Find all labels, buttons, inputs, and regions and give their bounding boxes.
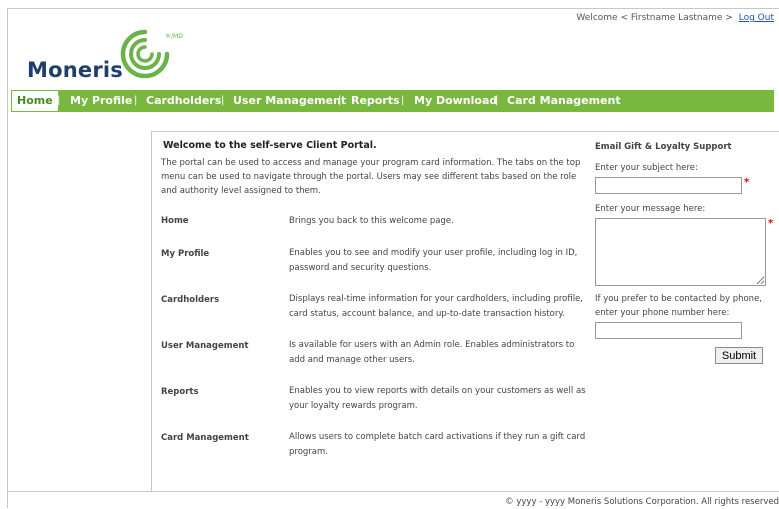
subject-required-marker: * [744,177,750,188]
logout-link[interactable]: Log Out [739,13,774,23]
nav-separator: | [134,95,138,106]
phone-label: If you prefer to be contacted by phone, … [595,294,762,318]
nav-user-management[interactable]: User Management [233,90,346,112]
feature-label-reports: Reports [161,387,199,397]
nav-separator: | [495,95,499,106]
submit-button[interactable]: Submit [715,347,763,364]
content-panel: Welcome to the self-serve Client Portal.… [151,131,779,492]
phone-input[interactable] [595,322,742,339]
nav-separator: | [57,95,61,106]
nav-my-profile[interactable]: My Profile [70,90,132,112]
nav-my-download[interactable]: My Download [414,90,497,112]
support-title: Email Gift & Loyalty Support [595,142,732,152]
main-nav: Home | My Profile | Cardholders | User M… [11,90,774,112]
moneris-swirl-icon [120,29,170,79]
welcome-description: The portal can be used to access and man… [161,158,581,196]
page-frame-left [7,8,8,508]
copyright-text: © yyyy - yyyy Moneris Solutions Corporat… [505,497,779,507]
message-label: Enter your message here: [595,204,706,214]
feature-desc-user-management: Is available for users with an Admin rol… [289,340,575,365]
welcome-title: Welcome to the self-serve Client Portal. [163,140,377,151]
footer: © yyyy - yyyy Moneris Solutions Corporat… [7,491,779,509]
nav-reports[interactable]: Reports [351,90,400,112]
feature-label-card-management: Card Management [161,433,249,443]
feature-desc-card-management: Allows users to complete batch card acti… [289,432,586,457]
logo-wordmark: Moneris [27,58,123,82]
nav-separator: | [401,95,405,106]
feature-label-home: Home [161,216,189,226]
moneris-logo: Moneris ®/MD [27,28,207,88]
nav-cardholders[interactable]: Cardholders [146,90,221,112]
feature-desc-reports: Enables you to view reports with details… [289,386,586,411]
nav-card-management[interactable]: Card Management [507,90,621,112]
subject-input[interactable] [595,177,742,194]
feature-desc-my-profile: Enables you to see and modify your user … [289,248,578,273]
nav-separator: | [338,95,342,106]
feature-label-cardholders: Cardholders [161,295,220,305]
feature-desc-home: Brings you back to this welcome page. [289,216,454,226]
user-bar: Welcome < Firstname Lastname > Log Out [576,13,774,23]
nav-home[interactable]: Home [11,90,59,112]
logo-registered-mark: ®/MD [165,33,183,40]
message-required-marker: * [768,218,774,229]
nav-separator: | [221,95,225,106]
subject-label: Enter your subject here: [595,163,698,173]
welcome-user-text: Welcome < Firstname Lastname > [576,13,733,23]
message-textarea[interactable] [595,218,766,286]
feature-label-user-management: User Management [161,341,249,351]
feature-label-my-profile: My Profile [161,249,210,259]
feature-desc-cardholders: Displays real-time information for your … [289,294,583,319]
page-frame-top [7,8,779,9]
